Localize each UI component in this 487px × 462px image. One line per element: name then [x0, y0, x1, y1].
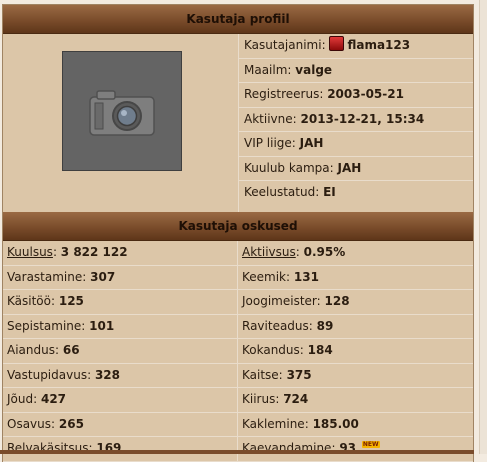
skill-value: 184	[307, 343, 333, 357]
skill-gardening: Aiandus: 66	[3, 339, 238, 364]
field-value: valge	[295, 62, 333, 77]
field-label: Aktiivne:	[244, 111, 297, 126]
skill-medicine: Raviteadus: 89	[238, 315, 473, 339]
skill-value: 265	[58, 416, 84, 431]
user-avatar-icon	[329, 36, 345, 51]
skill-smithing: Sepistamine: 101	[3, 314, 238, 339]
field-active: Aktiivne: 2013-12-21, 15:34	[239, 108, 473, 132]
skill-value: 101	[89, 318, 115, 333]
skill-label: Jõud:	[7, 392, 38, 406]
profile-info: Kasutajanimi: flama123 Maailm: valge Reg…	[239, 34, 473, 212]
profile-photo[interactable]	[62, 51, 182, 171]
skill-fame: Kuulsus: 3 822 122	[3, 241, 238, 266]
field-gang: Kuulub kampa: JAH	[239, 157, 473, 181]
skill-value: 307	[90, 269, 116, 284]
field-label: Registreerus:	[244, 87, 324, 101]
profile-section: Kasutajanimi: flama123 Maailm: valge Reg…	[3, 34, 473, 212]
skill-value: 89	[316, 318, 334, 333]
field-value: EI	[323, 185, 336, 199]
skill-label: Käsitöö:	[7, 294, 56, 308]
skill-label: Varastamine:	[7, 269, 87, 284]
skill-label: Keemik:	[242, 269, 291, 284]
skill-label: Kiirus:	[242, 392, 280, 406]
field-value: 2013-12-21, 15:34	[300, 111, 425, 126]
field-value: 2003-05-21	[327, 87, 404, 101]
username-value[interactable]: flama123	[347, 38, 410, 52]
camera-icon	[89, 90, 155, 136]
skill-value: 375	[286, 367, 312, 382]
profile-header: Kasutaja profiil	[3, 5, 473, 34]
skill-value: 131	[293, 269, 319, 284]
skill-label: Sepistamine:	[7, 318, 86, 333]
activity-link[interactable]: Aktiivsus	[242, 245, 296, 259]
skills-header: Kasutaja oskused	[3, 212, 473, 241]
skill-label: Osavus:	[7, 416, 56, 431]
field-label: Maailm:	[244, 62, 292, 77]
skill-fighting: Kaklemine: 185.00	[238, 413, 473, 437]
field-label: VIP liige:	[244, 136, 296, 150]
skill-defense: Kaitse: 375	[238, 364, 473, 388]
skill-speed: Kiirus: 724	[238, 388, 473, 413]
skill-dexterity: Osavus: 265	[3, 412, 238, 437]
skill-value: 328	[94, 367, 121, 382]
skill-value: 66	[62, 343, 80, 357]
skill-label: Vastupidavus:	[7, 367, 92, 382]
skill-label: Raviteadus:	[242, 318, 313, 333]
skill-endurance: Vastupidavus: 328	[3, 363, 238, 388]
fame-link[interactable]: Kuulsus	[7, 245, 53, 259]
skill-value: 0.95%	[303, 245, 346, 259]
right-edge-panel	[479, 0, 487, 454]
skill-label: Kaklemine:	[242, 416, 309, 431]
field-value: JAH	[337, 160, 362, 175]
skill-value: 128	[324, 294, 350, 308]
skill-chemist: Keemik: 131	[238, 266, 473, 290]
skill-value: 185.00	[312, 416, 359, 431]
skill-stealing: Varastamine: 307	[3, 265, 238, 290]
skill-label: Kaitse:	[242, 367, 283, 382]
skill-label: Aiandus:	[7, 343, 60, 357]
skill-cooking: Kokandus: 184	[238, 339, 473, 364]
profile-panel: Kasutaja profiil Kasutajanimi: flama123	[2, 4, 474, 462]
field-label: Keelustatud:	[244, 185, 320, 199]
skill-strength: Jõud: 427	[3, 388, 238, 413]
field-vip: VIP liige: JAH	[239, 132, 473, 157]
skill-value: 724	[283, 392, 309, 406]
skill-label: Joogimeister:	[242, 294, 321, 308]
field-banned: Keelustatud: EI	[239, 181, 473, 205]
skill-value: 125	[58, 294, 84, 308]
field-world: Maailm: valge	[239, 59, 473, 83]
skill-activity: Aktiivsus: 0.95%	[238, 241, 473, 266]
field-registered: Registreerus: 2003-05-21	[239, 83, 473, 108]
bottom-divider	[0, 450, 474, 454]
photo-cell	[3, 34, 239, 212]
field-label: Kuulub kampa:	[244, 160, 334, 175]
skill-brewmaster: Joogimeister: 128	[238, 290, 473, 315]
skill-value: 427	[40, 392, 67, 406]
skill-label: Kokandus:	[242, 343, 304, 357]
skills-grid: Kuulsus: 3 822 122 Aktiivsus: 0.95% Vara…	[3, 241, 473, 462]
new-badge: NEW	[361, 441, 380, 448]
field-username: Kasutajanimi: flama123	[239, 34, 473, 59]
skill-value: 3 822 122	[60, 245, 128, 259]
field-value: JAH	[299, 136, 324, 150]
skill-handicraft: Käsitöö: 125	[3, 290, 238, 315]
field-label: Kasutajanimi:	[244, 38, 326, 52]
